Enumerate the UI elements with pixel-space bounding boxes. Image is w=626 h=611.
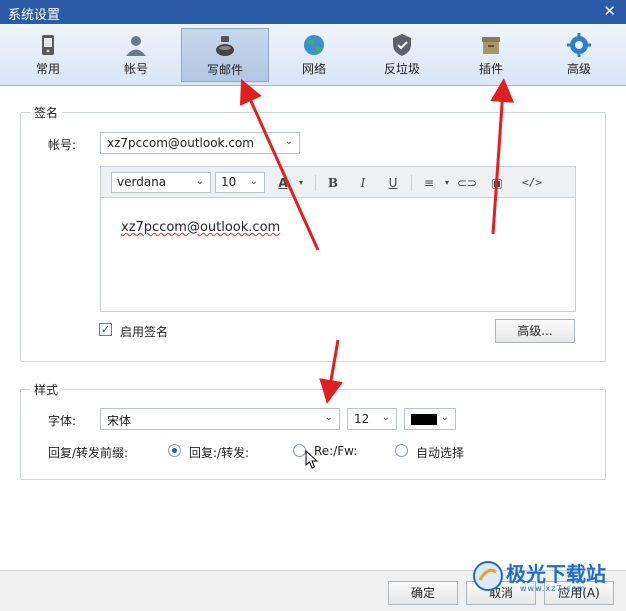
signature-editor-text: xz7pccom@outlook.com	[121, 220, 281, 235]
image-icon[interactable]: ▣	[487, 173, 507, 193]
prefix-option-auto-label: 自动选择	[416, 446, 465, 460]
font-color-icon[interactable]: A	[273, 173, 293, 193]
signature-advanced-button[interactable]: 高级...	[495, 319, 575, 343]
font-label: 字体:	[48, 414, 77, 428]
link-icon[interactable]: ⊂⊃	[457, 173, 477, 193]
font-select[interactable]: 宋体 ⌄	[100, 408, 340, 430]
watermark-logo: 极光下载站 www.xz7.com	[470, 556, 626, 596]
account-select[interactable]: xz7pccom@outlook.com ⌄	[100, 132, 300, 154]
tab-plugins-label: 插件	[478, 62, 503, 76]
align-dropdown-icon[interactable]: ▾	[437, 173, 457, 193]
ok-button[interactable]: 确定	[388, 581, 458, 605]
font-family-select[interactable]: verdana ⌄	[111, 172, 211, 193]
color-swatch	[411, 414, 437, 425]
signature-legend: 签名	[30, 104, 63, 121]
underline-button[interactable]: U	[383, 173, 403, 193]
size-select-value: 12	[354, 412, 370, 426]
watermark-subtext: www.xz7.com	[520, 584, 587, 593]
align-icon[interactable]: ≡	[419, 173, 439, 193]
enable-signature-checkbox[interactable]: ✓	[99, 323, 112, 336]
font-size-select[interactable]: 10 ⌄	[215, 172, 265, 193]
color-select[interactable]: ⌄	[404, 408, 456, 430]
code-button[interactable]: </>	[519, 173, 545, 193]
tab-advanced-label: 高级	[566, 62, 591, 76]
watermark-text: 极光下载站	[506, 562, 606, 586]
signature-editor[interactable]: xz7pccom@outlook.com	[100, 198, 576, 312]
tab-compose-label: 写邮件	[206, 63, 243, 77]
tab-plugins[interactable]: 插件	[447, 28, 535, 82]
chevron-down-icon: ⌄	[324, 412, 333, 423]
chevron-down-icon: ⌄	[381, 412, 390, 423]
globe-icon	[304, 35, 324, 55]
account-select-value: xz7pccom@outlook.com	[107, 136, 254, 150]
watermark-icon	[473, 561, 503, 591]
prefix-option-chinese-label: 回复:/转发:	[189, 446, 250, 460]
tab-account[interactable]: 帐号	[92, 28, 180, 82]
settings-toolbar: 常用 帐号 写邮件 网络 反垃圾 插件 高级	[0, 24, 626, 86]
tab-antispam[interactable]: 反垃圾	[358, 28, 446, 82]
font-family-value: verdana	[117, 175, 167, 189]
chevron-down-icon: ⌄	[284, 136, 293, 147]
bold-button[interactable]: B	[323, 173, 343, 193]
gear-icon	[567, 33, 591, 57]
box-icon	[482, 37, 500, 54]
title-bar: 系统设置 ✕	[0, 0, 626, 24]
chevron-down-icon: ⌄	[195, 176, 204, 187]
toolbar-separator	[411, 175, 412, 191]
font-size-value: 10	[221, 175, 237, 189]
font-color-dropdown-icon[interactable]: ▾	[291, 173, 311, 193]
user-icon	[126, 36, 146, 56]
prefix-option-chinese-radio[interactable]	[168, 444, 181, 457]
prefix-option-english-label: Re:/Fw:	[314, 444, 358, 458]
account-label: 帐号:	[48, 138, 77, 152]
chevron-down-icon: ⌄	[440, 412, 449, 423]
tab-compose[interactable]: 写邮件	[181, 28, 269, 82]
window-title: 系统设置	[8, 8, 61, 23]
prefix-option-auto-radio[interactable]	[395, 444, 408, 457]
tab-advanced[interactable]: 高级	[535, 28, 623, 82]
editor-toolbar: verdana ⌄ 10 ⌄ A ▾ B I U ≡ ▾ ⊂⊃ ▣ </>	[100, 166, 576, 198]
size-select[interactable]: 12 ⌄	[347, 408, 397, 430]
tab-general-label: 常用	[35, 62, 60, 76]
tab-general[interactable]: 常用	[4, 28, 92, 82]
ink-bottle-icon	[216, 36, 234, 56]
italic-button[interactable]: I	[353, 173, 373, 193]
tab-antispam-label: 反垃圾	[383, 62, 420, 76]
shield-icon	[393, 34, 411, 56]
enable-signature-label: 启用签名	[120, 325, 169, 339]
phone-icon	[42, 35, 54, 55]
prefix-label: 回复/转发前缀:	[48, 446, 129, 460]
tab-network[interactable]: 网络	[270, 28, 358, 82]
toolbar-separator	[315, 175, 316, 191]
chevron-down-icon: ⌄	[249, 176, 258, 187]
tab-account-label: 帐号	[123, 62, 148, 76]
close-icon[interactable]: ✕	[603, 2, 616, 20]
tab-network-label: 网络	[301, 62, 326, 76]
style-legend: 样式	[30, 381, 63, 398]
mouse-cursor-icon	[305, 450, 319, 469]
font-select-value: 宋体	[107, 414, 132, 428]
